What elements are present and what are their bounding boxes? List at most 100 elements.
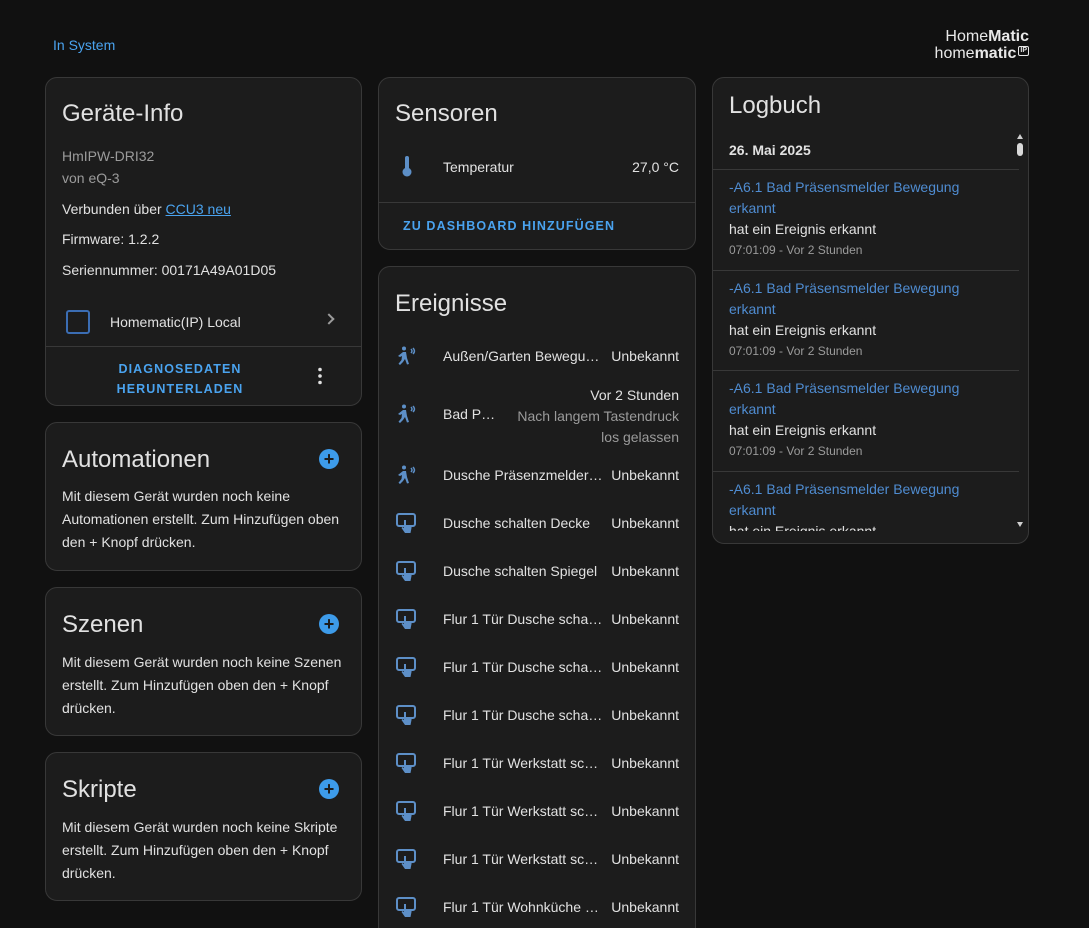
sensors-card: Sensoren Temperatur 27,0 °C ZU DASHBOARD… — [378, 77, 696, 250]
event-state: Unbekannt — [611, 707, 679, 723]
logbook-message: hat ein Ereignis erkannt — [729, 422, 877, 438]
event-name: Dusche schalten Decke — [443, 515, 591, 531]
gesture-tap-button-icon — [395, 800, 419, 824]
add-scene-button[interactable]: + — [319, 614, 339, 634]
scroll-down-arrow-icon[interactable] — [1017, 522, 1023, 527]
logbook-entity-link[interactable]: -A6.1 Bad Präsensmelder Bewegung — [713, 479, 1019, 500]
gesture-tap-button-icon — [395, 560, 419, 584]
scrollbar[interactable] — [1014, 130, 1028, 531]
brand-text-bold: Matic — [988, 28, 1029, 45]
logbook-message: hat ein Ereignis erkannt — [729, 322, 877, 338]
logbook-time: 07:01:09 - Vor 2 Stunden — [729, 243, 863, 257]
card-title: Automationen — [62, 446, 211, 473]
scrollbar-thumb[interactable] — [1017, 143, 1023, 156]
gesture-tap-button-icon — [395, 704, 419, 728]
logbook-entity-link[interactable]: erkannt — [713, 198, 1019, 219]
scroll-up-arrow-icon[interactable] — [1017, 134, 1023, 139]
card-title: Ereignisse — [395, 290, 508, 317]
motion-sensor-icon — [395, 403, 419, 427]
event-row[interactable]: Außen/Garten Bewegungsmelder Unbekannt — [379, 333, 695, 381]
sensor-row-temperature[interactable]: Temperatur 27,0 °C — [379, 144, 695, 188]
sensor-value: 27,0 °C — [632, 159, 679, 175]
logbook-date: 26. Mai 2025 — [729, 142, 811, 158]
event-state: Unbekannt — [611, 515, 679, 531]
sensor-name: Temperatur — [443, 159, 514, 175]
event-state: Unbekannt — [611, 755, 679, 771]
event-state: Unbekannt — [611, 899, 679, 915]
event-state-detail: Nach langem Tastendruck — [517, 408, 679, 424]
more-vert-icon[interactable] — [310, 366, 330, 386]
divider — [713, 370, 1019, 371]
event-name: Flur 1 Tür Wohnküche schalten — [443, 899, 603, 915]
gesture-tap-button-icon — [395, 608, 419, 632]
event-row[interactable]: Dusche Präsenzmelder Bewegung Unbekannt — [379, 452, 695, 500]
event-row[interactable]: Dusche schalten Spiegel Unbekannt — [379, 548, 695, 596]
logbook-entity-link[interactable]: -A6.1 Bad Präsensmelder Bewegung — [713, 177, 1019, 198]
integration-label: Homematic(IP) Local — [110, 314, 241, 330]
empty-text: Mit diesem Gerät wurden noch keine Skrip… — [62, 819, 338, 881]
logbook-entry: -A6.1 Bad Präsensmelder Bewegung erkannt h… — [713, 378, 1019, 461]
logbook-entity-link[interactable]: -A6.1 Bad Präsensmelder Bewegung — [713, 378, 1019, 399]
logbook-message: hat ein Ereignis erkannt — [729, 523, 877, 531]
gesture-tap-button-icon — [395, 752, 419, 776]
serial-text: Seriennummer: 00171A49A01D05 — [62, 262, 277, 278]
logbook-entity-link[interactable]: erkannt — [713, 299, 1019, 320]
logbook-message: hat ein Ereignis erkannt — [729, 221, 877, 237]
ccu-link[interactable]: CCU3 neu — [166, 201, 231, 217]
logbook-entity-link[interactable]: erkannt — [713, 399, 1019, 420]
motion-sensor-icon — [395, 345, 419, 369]
event-name: Flur 1 Tür Dusche schalten — [443, 611, 603, 627]
device-manufacturer: von eQ-3 — [62, 170, 120, 186]
event-row[interactable]: Dusche schalten Decke Unbekannt — [379, 500, 695, 548]
add-to-dashboard-button[interactable]: ZU DASHBOARD HINZUFÜGEN — [403, 219, 615, 233]
divider — [379, 202, 695, 203]
event-name: Dusche schalten Spiegel — [443, 563, 598, 579]
divider — [713, 471, 1019, 472]
divider — [713, 169, 1019, 170]
device-model: HmIPW-DRI32 — [62, 148, 155, 164]
event-row[interactable]: Flur 1 Tür Werkstatt schalten Unbekannt — [379, 836, 695, 884]
event-state-detail: los gelassen — [601, 429, 679, 445]
logbook-time: 07:01:09 - Vor 2 Stunden — [729, 344, 863, 358]
event-name: Flur 1 Tür Dusche schalten — [443, 659, 603, 675]
brand-text: home — [934, 45, 975, 62]
event-state: Unbekannt — [611, 803, 679, 819]
chevron-right-icon — [323, 313, 335, 325]
download-diagnostics-button[interactable]: DIAGNOSEDATEN HERUNTERLADEN — [106, 359, 254, 399]
event-state: Unbekannt — [611, 467, 679, 483]
scenes-card: Szenen + Mit diesem Gerät wurden noch ke… — [45, 587, 362, 736]
logbook-card: Logbuch 26. Mai 2025 -A6.1 Bad Präsensme… — [712, 77, 1029, 544]
brand-text-bold: matic — [974, 45, 1017, 62]
event-row[interactable]: Flur 1 Tür Dusche schalten Unbekannt — [379, 596, 695, 644]
logbook-entry: -A6.1 Bad Präsensmelder Bewegung erkannt h… — [713, 479, 1019, 531]
event-row[interactable]: Flur 1 Tür Werkstatt schalten Unbekannt — [379, 788, 695, 836]
button-label: HERUNTERLADEN — [116, 382, 244, 396]
add-automation-button[interactable]: + — [319, 449, 339, 469]
gesture-tap-button-icon — [395, 848, 419, 872]
event-row[interactable]: Flur 1 Tür Wohnküche schalten Unbekannt — [379, 884, 695, 928]
button-label: DIAGNOSEDATEN — [118, 362, 242, 376]
firmware-text: Firmware: 1.2.2 — [62, 231, 160, 247]
logbook-entity-link[interactable]: erkannt — [713, 500, 1019, 521]
scripts-card: Skripte + Mit diesem Gerät wurden noch k… — [45, 752, 362, 901]
card-title: Geräte-Info — [62, 100, 184, 127]
card-title: Logbuch — [729, 92, 822, 119]
add-script-button[interactable]: + — [319, 779, 339, 799]
event-row[interactable]: Bad Präsenzmelder Vor 2 Stunden Nach lange… — [379, 381, 695, 449]
event-name: Flur 1 Tür Dusche schalten — [443, 707, 603, 723]
gesture-tap-button-icon — [395, 656, 419, 680]
event-name: Flur 1 Tür Werkstatt schalten — [443, 755, 603, 771]
brand-text: Home — [945, 28, 989, 45]
event-row[interactable]: Flur 1 Tür Dusche schalten Unbekannt — [379, 692, 695, 740]
card-title: Szenen — [62, 611, 144, 638]
event-state-time: Vor 2 Stunden — [590, 387, 679, 403]
connected-via: Verbunden über CCU3 neu — [62, 201, 231, 217]
integration-row[interactable]: Homematic(IP) Local — [46, 302, 361, 346]
divider — [713, 270, 1019, 271]
logbook-scroll-area[interactable]: 26. Mai 2025 -A6.1 Bad Präsensmelder Bew… — [713, 130, 1028, 531]
in-system-link[interactable]: In System — [53, 37, 115, 53]
logbook-entity-link[interactable]: -A6.1 Bad Präsensmelder Bewegung — [713, 278, 1019, 299]
event-name: Dusche Präsenzmelder Bewegung — [443, 467, 603, 483]
event-row[interactable]: Flur 1 Tür Dusche schalten Unbekannt — [379, 644, 695, 692]
event-row[interactable]: Flur 1 Tür Werkstatt schalten Unbekannt — [379, 740, 695, 788]
